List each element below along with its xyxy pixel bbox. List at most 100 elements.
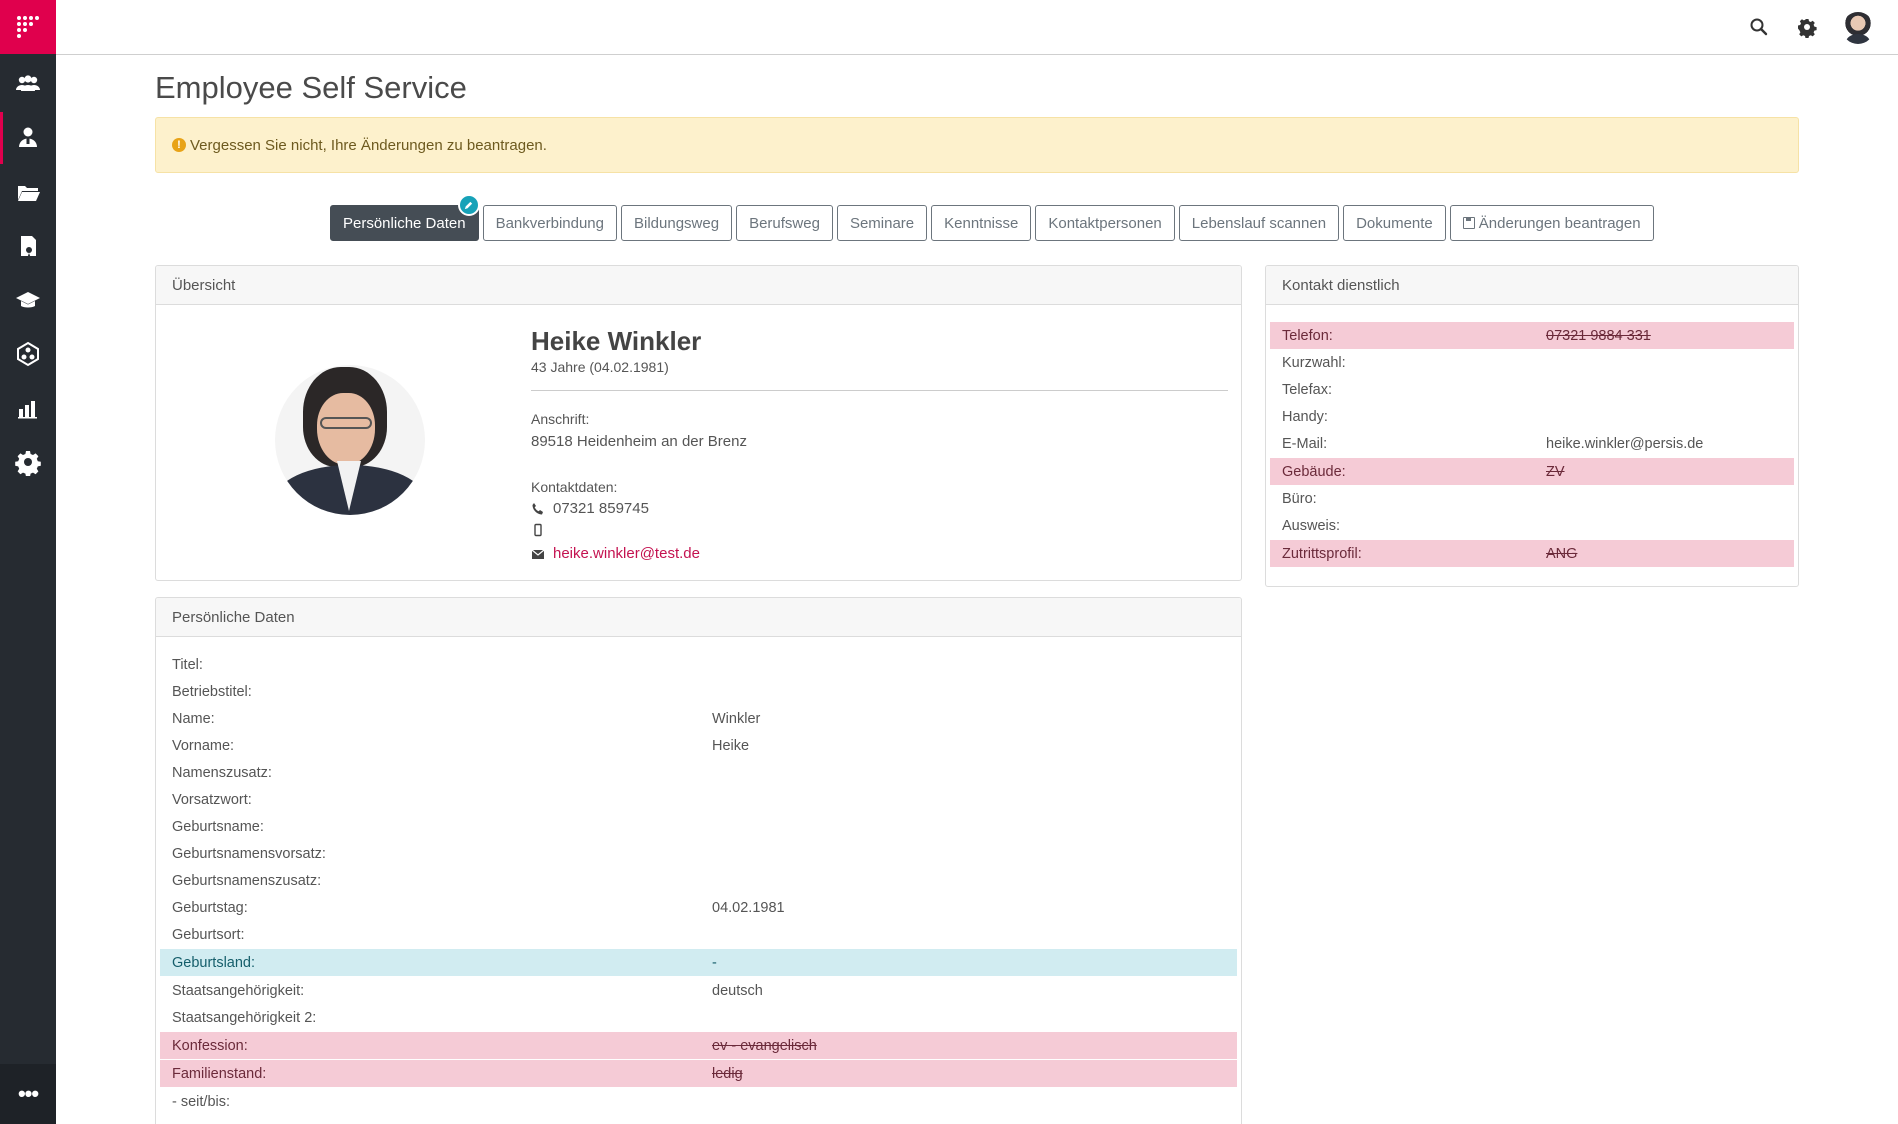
row-label: Geburtsnamensvorsatz: — [172, 845, 326, 862]
row-label: Zutrittsprofil: — [1282, 545, 1362, 562]
envelope-icon — [531, 549, 545, 559]
contact-row-kurzwahl: Kurzwahl: — [1270, 349, 1794, 376]
row-value: ev - evangelisch — [712, 1037, 817, 1054]
tab-label: Dokumente — [1356, 214, 1433, 232]
row-label: Geburtsname: — [172, 818, 264, 835]
email-line: heike.winkler@test.de — [531, 545, 700, 562]
personal-row-familienstand: Familienstand: ledig — [160, 1060, 1237, 1087]
nav-network-icon[interactable] — [0, 328, 56, 380]
logo-icon — [17, 16, 39, 38]
nav-education-icon[interactable] — [0, 274, 56, 326]
personal-row-seit-bis: - seit/bis: — [160, 1088, 1237, 1115]
row-label: Betriebstitel: — [172, 683, 252, 700]
card-title: Persönliche Daten — [156, 598, 1241, 637]
row-value: ZV — [1546, 463, 1565, 480]
nav-reports-icon[interactable] — [0, 382, 56, 434]
personal-data-card: Persönliche Daten Titel: Betriebstitel: … — [155, 597, 1242, 1124]
tab-label: Berufsweg — [749, 214, 820, 232]
tab-bankverbindung[interactable]: Bankverbindung — [482, 205, 617, 241]
tab-lebenslauf-scannen[interactable]: Lebenslauf scannen — [1178, 205, 1340, 241]
personal-row-betriebstitel: Betriebstitel: — [160, 678, 1237, 705]
app-logo[interactable] — [0, 0, 56, 54]
gear-icon[interactable] — [1796, 16, 1818, 39]
personal-row-geburtsnamensvorsatz: Geburtsnamensvorsatz: — [160, 840, 1237, 867]
card-title: Übersicht — [156, 266, 1241, 305]
nav-document-icon[interactable] — [0, 220, 56, 272]
search-icon[interactable] — [1748, 16, 1770, 38]
row-label: Geburtsort: — [172, 926, 245, 943]
personal-row-geburtsnamenszusatz: Geburtsnamenszusatz: — [160, 867, 1237, 894]
row-label: Vorname: — [172, 737, 235, 754]
tab-dokumente[interactable]: Dokumente — [1343, 205, 1446, 241]
topbar — [56, 0, 1898, 55]
personal-row-staatsangehoerigkeit-2: Staatsangehörigkeit 2: — [160, 1004, 1237, 1031]
mobile-line — [531, 523, 553, 537]
row-value: deutsch — [712, 982, 763, 999]
row-label: Büro: — [1282, 490, 1317, 507]
employee-age: 43 Jahre (04.02.1981) — [531, 359, 669, 375]
row-label: Geburtstag: — [172, 899, 248, 916]
personal-row-geburtstag: Geburtstag: 04.02.1981 — [160, 894, 1237, 921]
row-value: heike.winkler@persis.de — [1546, 435, 1704, 452]
nav-settings-icon[interactable] — [0, 436, 56, 488]
contact-row-gebaeude: Gebäude: ZV — [1270, 458, 1794, 485]
contact-row-buero: Büro: — [1270, 485, 1794, 512]
row-value: ledig — [712, 1065, 743, 1082]
email-link[interactable]: heike.winkler@test.de — [553, 545, 700, 562]
row-label: Vorsatzwort: — [172, 791, 252, 808]
personal-row-konfession: Konfession: ev - evangelisch — [160, 1032, 1237, 1059]
tab-bar: Persönliche Daten Bankverbindung Bildung… — [330, 194, 1654, 241]
phone-value: 07321 859745 — [553, 500, 649, 517]
row-label: Geburtsnamenszusatz: — [172, 872, 322, 889]
submit-changes-button[interactable]: Änderungen beantragen — [1449, 205, 1654, 241]
row-label: Ausweis: — [1282, 517, 1341, 534]
tab-label: Seminare — [849, 214, 915, 232]
reminder-alert: ! Vergessen Sie nicht, Ihre Änderungen z… — [155, 117, 1799, 173]
alert-text: Vergessen Sie nicht, Ihre Änderungen zu … — [190, 136, 547, 154]
tab-persoenliche-daten[interactable]: Persönliche Daten — [330, 194, 480, 241]
row-label: Kurzwahl: — [1282, 354, 1346, 371]
contact-row-handy: Handy: — [1270, 403, 1794, 430]
more-menu-button[interactable]: ••• — [0, 1064, 56, 1124]
profile-photo — [275, 365, 425, 515]
warning-icon: ! — [172, 138, 186, 152]
tab-label: Kenntnisse — [944, 214, 1019, 232]
user-avatar[interactable] — [1842, 12, 1874, 44]
page-title: Employee Self Service — [155, 70, 467, 105]
row-label: Familienstand: — [172, 1065, 267, 1082]
nav-folder-icon[interactable] — [0, 166, 56, 218]
row-label: Namenszusatz: — [172, 764, 272, 781]
tab-berufsweg[interactable]: Berufsweg — [736, 205, 833, 241]
tab-kenntnisse[interactable]: Kenntnisse — [931, 205, 1032, 241]
more-icon: ••• — [17, 1081, 39, 1106]
save-icon — [1462, 217, 1475, 229]
row-value: - — [712, 954, 717, 971]
row-value: ANG — [1546, 545, 1578, 562]
nav-employee-icon[interactable] — [0, 112, 56, 164]
row-label: Telefon: — [1282, 327, 1333, 344]
row-label: Gebäude: — [1282, 463, 1346, 480]
tab-kontaktpersonen[interactable]: Kontaktpersonen — [1035, 205, 1175, 241]
row-label: Konfession: — [172, 1037, 248, 1054]
row-label: Geburtsland: — [172, 954, 256, 971]
contact-row-zutrittsprofil: Zutrittsprofil: ANG — [1270, 540, 1794, 567]
contact-row-telefon: Telefon: 07321 9884 331 — [1270, 322, 1794, 349]
row-value: 04.02.1981 — [712, 899, 785, 916]
tab-label: Änderungen beantragen — [1478, 214, 1641, 232]
tab-label: Persönliche Daten — [343, 214, 466, 232]
tab-bildungsweg[interactable]: Bildungsweg — [621, 205, 733, 241]
row-label: Titel: — [172, 656, 203, 673]
address-value: 89518 Heidenheim an der Brenz — [531, 433, 747, 450]
tab-label: Kontaktpersonen — [1048, 214, 1162, 232]
tab-label: Bildungsweg — [634, 214, 720, 232]
personal-row-vorname: Vorname: Heike — [160, 732, 1237, 759]
nav-team-icon[interactable] — [0, 58, 56, 110]
personal-row-geburtsort: Geburtsort: — [160, 921, 1237, 948]
tab-seminare[interactable]: Seminare — [836, 205, 928, 241]
card-title: Kontakt dienstlich — [1266, 266, 1798, 305]
divider — [531, 390, 1228, 391]
mobile-icon — [534, 523, 542, 537]
row-label: E-Mail: — [1282, 435, 1328, 452]
contact-row-telefax: Telefax: — [1270, 376, 1794, 403]
tab-label: Lebenslauf scannen — [1191, 214, 1327, 232]
